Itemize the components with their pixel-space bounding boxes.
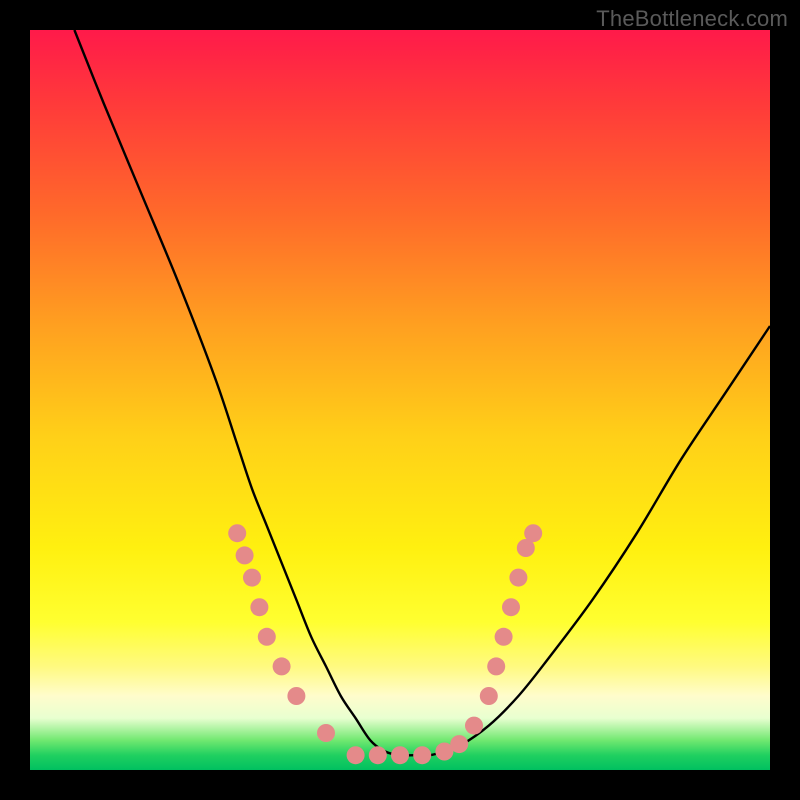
chart-svg — [30, 30, 770, 770]
highlight-markers — [228, 524, 542, 764]
marker-dot — [243, 569, 261, 587]
marker-dot — [287, 687, 305, 705]
plot-area — [30, 30, 770, 770]
watermark-text: TheBottleneck.com — [596, 6, 788, 32]
marker-dot — [495, 628, 513, 646]
marker-dot — [369, 746, 387, 764]
marker-dot — [509, 569, 527, 587]
marker-dot — [465, 717, 483, 735]
chart-stage: TheBottleneck.com — [0, 0, 800, 800]
marker-dot — [317, 724, 335, 742]
marker-dot — [480, 687, 498, 705]
marker-dot — [450, 735, 468, 753]
marker-dot — [347, 746, 365, 764]
marker-dot — [258, 628, 276, 646]
marker-dot — [413, 746, 431, 764]
marker-dot — [502, 598, 520, 616]
marker-dot — [236, 546, 254, 564]
marker-dot — [273, 657, 291, 675]
marker-dot — [228, 524, 246, 542]
marker-dot — [250, 598, 268, 616]
marker-dot — [391, 746, 409, 764]
bottleneck-curve — [74, 30, 770, 755]
marker-dot — [524, 524, 542, 542]
marker-dot — [487, 657, 505, 675]
